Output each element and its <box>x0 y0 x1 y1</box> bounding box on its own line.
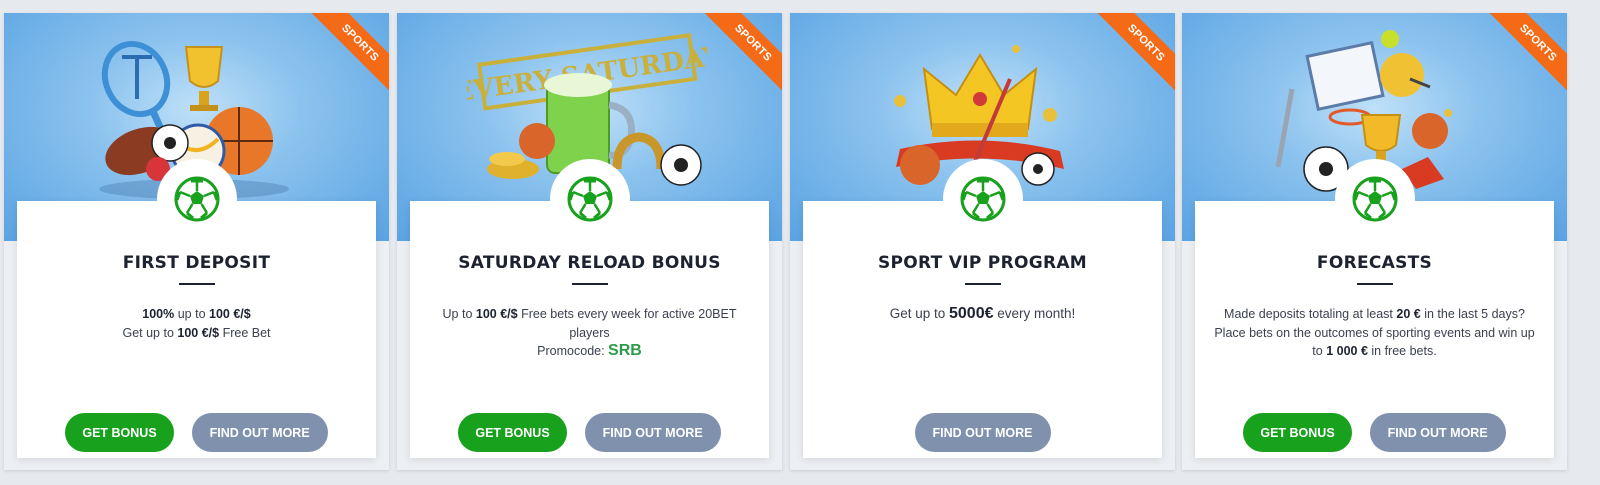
card-description: Made deposits totaling at least 20 € in … <box>1209 305 1540 361</box>
card-body: FIRST DEPOSIT 100% up to 100 €/$ Get up … <box>17 159 376 458</box>
sports-ribbon: SPORTS <box>1094 13 1175 95</box>
title-underline <box>964 283 1001 285</box>
free-bet-amount: 100 €/$ <box>177 325 220 340</box>
soccer-ball-icon <box>156 159 237 239</box>
bonus-percent: 100% <box>142 307 175 321</box>
card-actions: GET BONUS FIND OUT MORE <box>17 413 376 452</box>
card-body: SATURDAY RELOAD BONUS Up to 100 €/$ Free… <box>410 159 769 458</box>
get-bonus-button[interactable]: GET BONUS <box>458 413 567 452</box>
card-title: FORECASTS <box>1316 253 1433 273</box>
card-actions: GET BONUS FIND OUT MORE <box>1195 413 1554 452</box>
desc-text: up to <box>174 307 209 321</box>
max-win-amount: 1 000 € <box>1326 344 1368 358</box>
card-title: SPORT VIP PROGRAM <box>877 253 1088 273</box>
vip-amount: 5000€ <box>949 305 994 322</box>
desc-text: in free bets. <box>1367 344 1437 358</box>
promo-card-first-deposit: SPORTS FIRST DEPOSIT 100% up to 100 €/$ … <box>4 13 389 470</box>
title-underline <box>1356 283 1393 285</box>
card-description: Get up to 5000€ every month! <box>817 305 1148 324</box>
card-actions: GET BONUS FIND OUT MORE <box>410 413 769 452</box>
card-description: 100% up to 100 €/$ Get up to 100 €/$ Fre… <box>31 305 362 342</box>
promocode-label: Promocode: <box>537 344 609 358</box>
sports-ribbon: SPORTS <box>1486 13 1567 95</box>
card-body: SPORT VIP PROGRAM Get up to 5000€ every … <box>803 159 1162 458</box>
promo-card-sport-vip: SPORTS SPORT VIP PROGRAM Get up to 5000€… <box>790 13 1175 470</box>
title-underline <box>178 283 215 285</box>
desc-text: Free Bet <box>219 325 271 340</box>
sports-ribbon: SPORTS <box>701 13 782 95</box>
get-bonus-button[interactable]: GET BONUS <box>65 413 174 452</box>
promocode-value: SRB <box>608 342 642 359</box>
find-out-more-button[interactable]: FIND OUT MORE <box>914 413 1051 452</box>
desc-text: Get up to <box>122 325 178 340</box>
desc-text: Up to <box>442 307 476 321</box>
card-actions: FIND OUT MORE <box>803 413 1162 452</box>
find-out-more-button[interactable]: FIND OUT MORE <box>1369 413 1506 452</box>
find-out-more-button[interactable]: FIND OUT MORE <box>584 413 721 452</box>
bonus-amount: 100 €/$ <box>209 307 251 321</box>
soccer-ball-icon <box>942 159 1023 239</box>
bonus-amount: 100 €/$ <box>475 307 518 321</box>
promo-card-saturday-reload: EVERY SATURDAY SPORTS SATURDAY RELOAD BO… <box>397 13 782 470</box>
get-bonus-button[interactable]: GET BONUS <box>1243 413 1352 452</box>
min-deposit-amount: 20 € <box>1396 307 1421 321</box>
find-out-more-button[interactable]: FIND OUT MORE <box>191 413 328 452</box>
desc-text: Made deposits totaling at least <box>1224 307 1397 321</box>
card-title: SATURDAY RELOAD BONUS <box>458 253 721 273</box>
desc-text: every month! <box>993 306 1076 321</box>
card-description: Up to 100 €/$ Free bets every week for a… <box>424 305 755 361</box>
card-body: FORECASTS Made deposits totaling at leas… <box>1195 159 1554 458</box>
title-underline <box>571 283 608 285</box>
card-title: FIRST DEPOSIT <box>122 253 271 273</box>
soccer-ball-icon <box>1334 159 1415 239</box>
soccer-ball-icon <box>549 159 630 239</box>
desc-text: Free bets every week for active 20BET pl… <box>517 307 737 340</box>
promo-card-forecasts: SPORTS FORECASTS Made deposits totaling … <box>1182 13 1567 470</box>
desc-text: Get up to <box>889 306 949 321</box>
sports-ribbon: SPORTS <box>308 13 389 95</box>
